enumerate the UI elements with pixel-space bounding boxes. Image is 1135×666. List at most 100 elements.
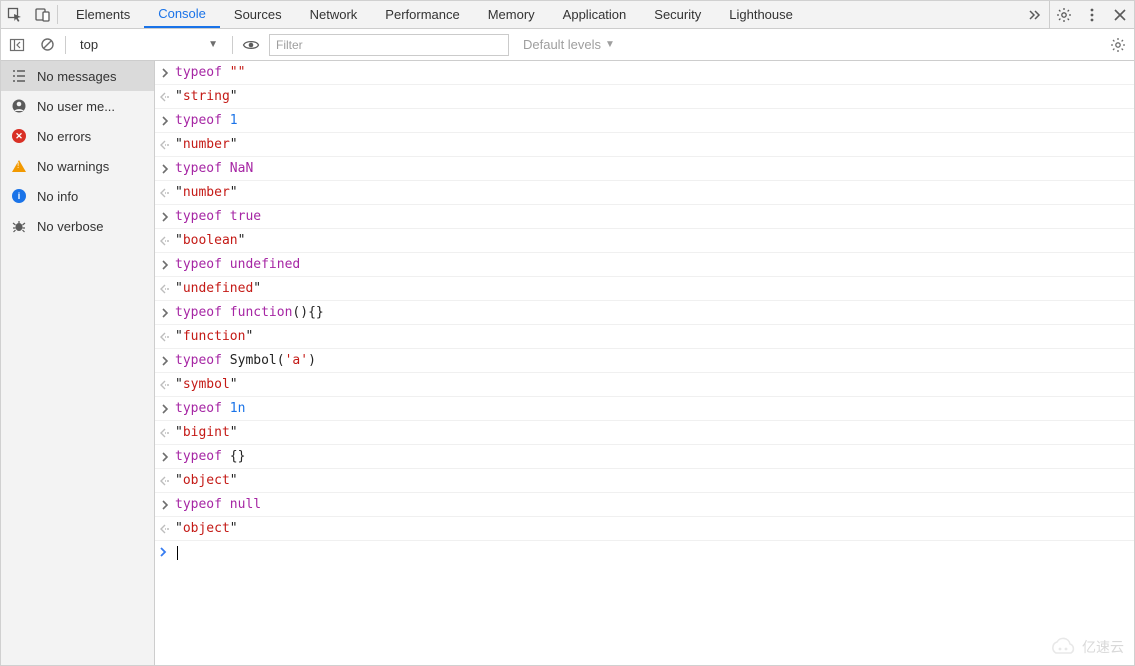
sidebar-item[interactable]: ✕ No errors <box>1 121 154 151</box>
console-output-line[interactable]: "undefined" <box>155 277 1134 301</box>
output-arrow-icon <box>159 284 171 294</box>
output-arrow-icon <box>159 188 171 198</box>
output-arrow-icon <box>159 236 171 246</box>
console-code: typeof {} <box>175 449 245 464</box>
devtools-settings-button[interactable] <box>1050 1 1078 28</box>
console-result: "bigint" <box>175 425 238 440</box>
console-code: typeof undefined <box>175 257 300 272</box>
console-input-line[interactable]: typeof function(){} <box>155 301 1134 325</box>
tab-application[interactable]: Application <box>549 1 641 28</box>
console-input-line[interactable]: typeof null <box>155 493 1134 517</box>
gear-icon <box>1110 37 1126 53</box>
console-result: "object" <box>175 521 238 536</box>
console-output-line[interactable]: "string" <box>155 85 1134 109</box>
input-arrow-icon <box>159 308 171 318</box>
console-input-line[interactable]: typeof NaN <box>155 157 1134 181</box>
console-output-line[interactable]: "object" <box>155 469 1134 493</box>
console-result: "string" <box>175 89 238 104</box>
console-code: typeof Symbol('a') <box>175 353 316 368</box>
input-arrow-icon <box>159 500 171 510</box>
console-output-line[interactable]: "object" <box>155 517 1134 541</box>
console-code: typeof 1n <box>175 401 245 416</box>
tab-console[interactable]: Console <box>144 1 220 28</box>
tab-performance[interactable]: Performance <box>371 1 473 28</box>
live-expression-button[interactable] <box>239 33 263 57</box>
output-arrow-icon <box>159 332 171 342</box>
log-levels-label: Default levels <box>523 37 601 52</box>
input-arrow-icon <box>159 164 171 174</box>
console-code: typeof 1 <box>175 113 238 128</box>
eye-icon <box>242 36 260 54</box>
console-output-line[interactable]: "number" <box>155 181 1134 205</box>
ban-icon <box>40 37 55 52</box>
console-input-line[interactable]: typeof 1n <box>155 397 1134 421</box>
sidebar-item-label: No verbose <box>37 219 103 234</box>
tab-memory[interactable]: Memory <box>474 1 549 28</box>
console-main: No messages No user me... ✕ No errors No war… <box>1 61 1134 665</box>
console-output-line[interactable]: "boolean" <box>155 229 1134 253</box>
console-output-line[interactable]: "number" <box>155 133 1134 157</box>
console-input-line[interactable]: typeof Symbol('a') <box>155 349 1134 373</box>
device-icon <box>35 7 51 23</box>
overflow-tabs-button[interactable] <box>1021 1 1049 28</box>
output-arrow-icon <box>159 524 171 534</box>
separator <box>65 36 66 54</box>
sidebar-item-label: No errors <box>37 129 91 144</box>
sidebar-item[interactable]: iNo info <box>1 181 154 211</box>
input-arrow-icon <box>159 116 171 126</box>
console-filter-input[interactable] <box>269 34 509 56</box>
execution-context-label: top <box>80 37 98 52</box>
devtools-close-button[interactable] <box>1106 1 1134 28</box>
tab-security[interactable]: Security <box>640 1 715 28</box>
log-levels-select[interactable]: Default levels ▼ <box>515 37 615 52</box>
sidebar-item-label: No user me... <box>37 99 115 114</box>
console-input-line[interactable]: typeof "" <box>155 61 1134 85</box>
error-icon: ✕ <box>11 128 27 144</box>
console-input-line[interactable]: typeof 1 <box>155 109 1134 133</box>
kebab-icon <box>1084 7 1100 23</box>
output-arrow-icon <box>159 140 171 150</box>
console-input-line[interactable]: typeof undefined <box>155 253 1134 277</box>
sidebar-item[interactable]: No warnings <box>1 151 154 181</box>
console-output-line[interactable]: "function" <box>155 325 1134 349</box>
sidebar-item[interactable]: No user me... <box>1 91 154 121</box>
console-result: "number" <box>175 185 238 200</box>
device-toggle-button[interactable] <box>29 1 57 28</box>
console-code: typeof function(){} <box>175 305 324 320</box>
console-settings-button[interactable] <box>1106 33 1130 57</box>
sidebar-item[interactable]: No messages <box>1 61 154 91</box>
console-output[interactable]: typeof "" "string" typeof 1 "number" typeof … <box>155 61 1134 665</box>
console-code: typeof "" <box>175 65 245 80</box>
clear-console-button[interactable] <box>35 33 59 57</box>
input-arrow-icon <box>159 212 171 222</box>
console-sidebar: No messages No user me... ✕ No errors No war… <box>1 61 155 665</box>
execution-context-select[interactable]: top ▼ <box>72 34 226 56</box>
console-code: typeof NaN <box>175 161 253 176</box>
console-prompt[interactable] <box>155 541 1134 565</box>
tab-elements[interactable]: Elements <box>62 1 144 28</box>
sidebar-toggle-icon <box>9 37 25 53</box>
console-output-line[interactable]: "bigint" <box>155 421 1134 445</box>
output-arrow-icon <box>159 92 171 102</box>
sidebar-item[interactable]: No verbose <box>1 211 154 241</box>
prompt-arrow-icon <box>159 546 171 561</box>
close-icon <box>1113 8 1127 22</box>
separator <box>232 36 233 54</box>
devtools-more-button[interactable] <box>1078 1 1106 28</box>
tab-sources[interactable]: Sources <box>220 1 296 28</box>
list-icon <box>11 68 27 84</box>
inspect-element-button[interactable] <box>1 1 29 28</box>
bug-icon <box>11 218 27 234</box>
console-code: typeof null <box>175 497 261 512</box>
console-result: "symbol" <box>175 377 238 392</box>
devtools-toolbar: ElementsConsoleSourcesNetworkPerformance… <box>1 1 1134 29</box>
tab-network[interactable]: Network <box>296 1 372 28</box>
tab-lighthouse[interactable]: Lighthouse <box>715 1 807 28</box>
toggle-sidebar-button[interactable] <box>5 33 29 57</box>
console-input-line[interactable]: typeof {} <box>155 445 1134 469</box>
text-cursor <box>177 546 178 560</box>
input-arrow-icon <box>159 404 171 414</box>
console-output-line[interactable]: "symbol" <box>155 373 1134 397</box>
console-input-line[interactable]: typeof true <box>155 205 1134 229</box>
output-arrow-icon <box>159 428 171 438</box>
